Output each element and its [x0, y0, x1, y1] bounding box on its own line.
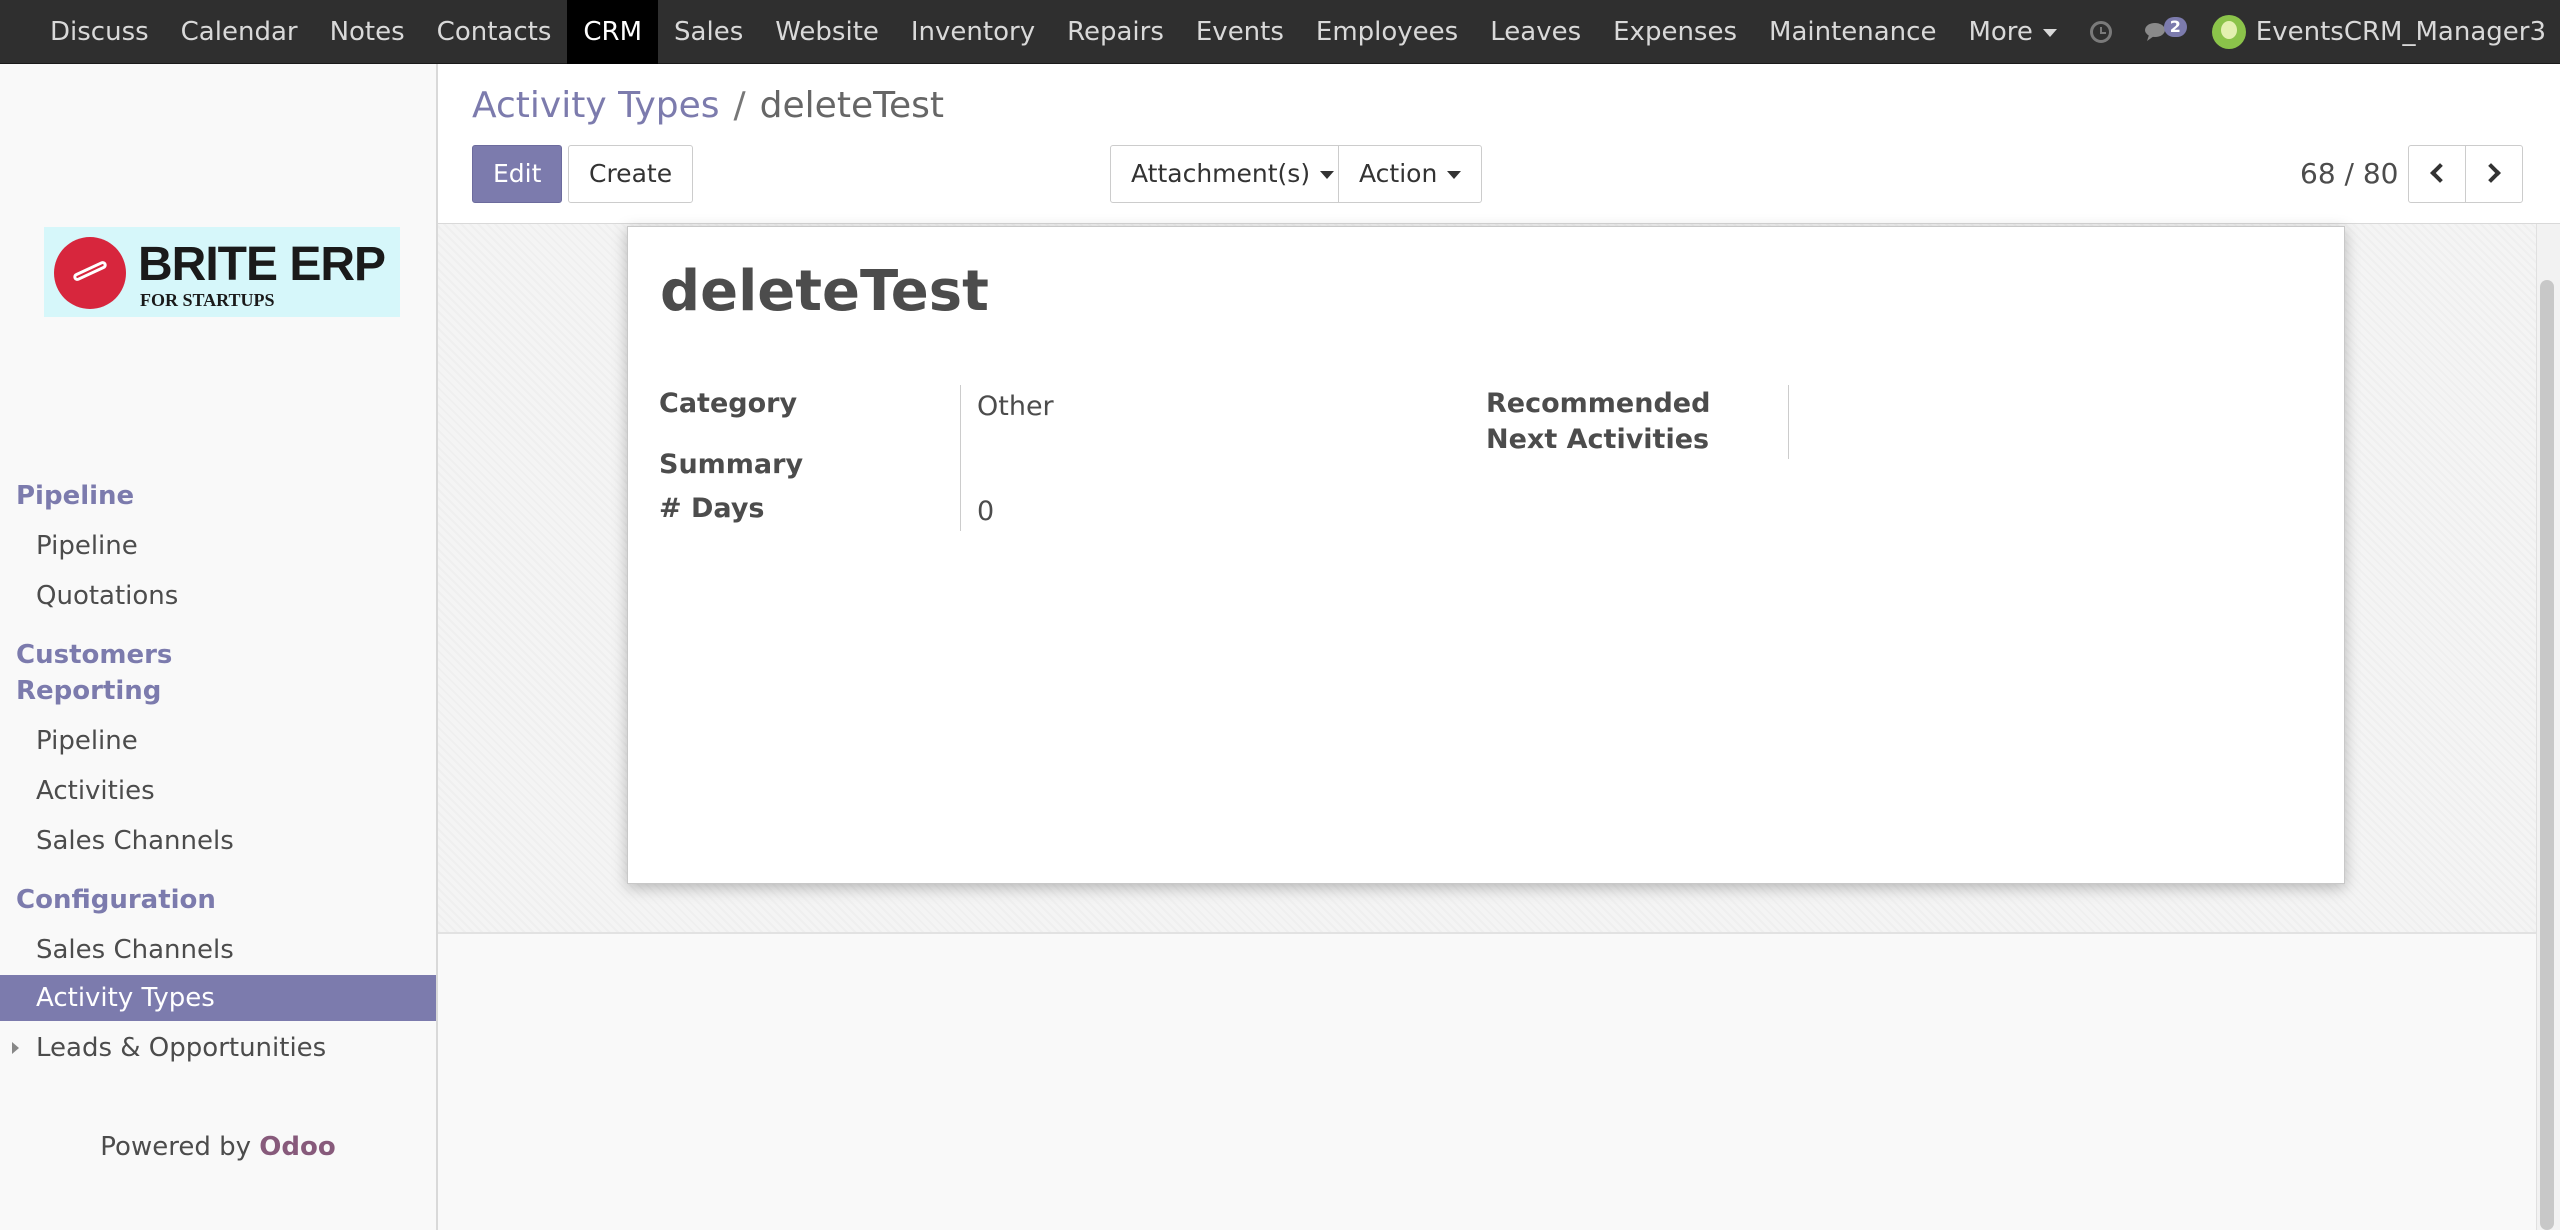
logo-title: BRITE ERP	[138, 238, 386, 291]
menu-events[interactable]: Events	[1180, 0, 1300, 64]
chevron-left-icon	[2430, 163, 2450, 183]
systray: 2 EventsCRM_Manager3	[2089, 0, 2560, 64]
menu-maintenance[interactable]: Maintenance	[1753, 0, 1952, 64]
form-sheet: deleteTest Category Other Summary # Days…	[627, 226, 2345, 884]
app-menu: Discuss Calendar Notes Contacts CRM Sale…	[34, 0, 2073, 64]
logo-subtitle: FOR STARTUPS	[140, 290, 275, 310]
sidebar-item-quotations[interactable]: Quotations	[0, 573, 436, 619]
edit-button[interactable]: Edit	[472, 145, 563, 203]
menu-inventory[interactable]: Inventory	[895, 0, 1051, 64]
pager-next-button[interactable]	[2465, 145, 2523, 203]
attachments-dropdown[interactable]: Attachment(s)	[1110, 145, 1356, 203]
menu-website[interactable]: Website	[759, 0, 895, 64]
sidebar-item-report-pipeline[interactable]: Pipeline	[0, 718, 436, 764]
days-label: # Days	[659, 493, 765, 524]
expand-triangle-icon	[12, 1042, 19, 1054]
category-value: Other	[977, 391, 1054, 422]
caret-down-icon	[1320, 171, 1335, 179]
pager-value[interactable]: 68 / 80	[2300, 157, 2399, 190]
menu-crm[interactable]: CRM	[567, 0, 659, 64]
field-divider	[1788, 385, 1789, 459]
summary-label: Summary	[659, 449, 804, 480]
days-value: 0	[977, 496, 995, 527]
user-avatar[interactable]	[2211, 15, 2246, 49]
menu-leaves[interactable]: Leaves	[1474, 0, 1597, 64]
content-below-area	[438, 934, 2536, 1230]
menu-more[interactable]: More	[1952, 0, 2072, 64]
sidebar-item-report-sales-channels[interactable]: Sales Channels	[0, 818, 436, 864]
menu-repairs[interactable]: Repairs	[1051, 0, 1180, 64]
menu-sales[interactable]: Sales	[658, 0, 759, 64]
menu-calendar[interactable]: Calendar	[165, 0, 314, 64]
sidebar-item-activities[interactable]: Activities	[0, 768, 436, 814]
field-divider	[960, 385, 961, 531]
breadcrumb: Activity Types / deleteTest	[472, 84, 944, 128]
record-name: deleteTest	[660, 259, 989, 324]
control-panel: Activity Types / deleteTest Edit Create At…	[438, 64, 2560, 224]
company-logo[interactable]: BRITE ERP FOR STARTUPS	[44, 227, 400, 317]
section-pipeline: Pipeline	[16, 481, 135, 511]
odoo-link[interactable]: Odoo	[259, 1132, 335, 1162]
menu-expenses[interactable]: Expenses	[1597, 0, 1753, 64]
user-name[interactable]: EventsCRM_Manager3	[2256, 17, 2546, 47]
sidebar-item-leads-opportunities[interactable]: Leads & Opportunities	[0, 1025, 436, 1071]
sidebar-item-activity-types[interactable]: Activity Types	[0, 975, 436, 1021]
powered-by-text: Powered by	[100, 1132, 251, 1162]
sidebar-item-label: Leads & Opportunities	[36, 1033, 327, 1063]
action-dropdown[interactable]: Action	[1338, 145, 1483, 203]
caret-down-icon	[2042, 28, 2057, 37]
recommended-next-activities-label: Recommended Next Activities	[1486, 388, 1711, 455]
menu-notes[interactable]: Notes	[314, 0, 421, 64]
section-configuration: Configuration	[16, 885, 216, 915]
chat-count-badge: 2	[2163, 17, 2187, 37]
sidebar-item-pipeline[interactable]: Pipeline	[0, 523, 436, 569]
chevron-right-icon	[2481, 163, 2501, 183]
logo-mark-icon	[54, 237, 126, 309]
attachments-label: Attachment(s)	[1131, 159, 1311, 188]
section-customers-reporting: Customers Reporting	[16, 640, 173, 706]
menu-contacts[interactable]: Contacts	[421, 0, 568, 64]
action-label: Action	[1359, 159, 1438, 188]
menu-discuss[interactable]: Discuss	[34, 0, 165, 64]
breadcrumb-activity-types[interactable]: Activity Types	[472, 85, 720, 126]
menu-more-label: More	[1968, 17, 2033, 47]
caret-down-icon	[1447, 171, 1462, 179]
sidebar-item-config-sales-channels[interactable]: Sales Channels	[0, 927, 436, 973]
scrollbar-thumb[interactable]	[2540, 280, 2554, 1230]
menu-employees[interactable]: Employees	[1300, 0, 1474, 64]
powered-by: Powered by Odoo	[0, 1132, 436, 1162]
breadcrumb-separator: /	[733, 85, 746, 126]
activity-clock-icon[interactable]	[2089, 21, 2112, 43]
sidebar: BRITE ERP FOR STARTUPS Pipeline Pipeline…	[0, 64, 438, 1230]
breadcrumb-current: deleteTest	[759, 85, 944, 126]
pager-previous-button[interactable]	[2408, 145, 2466, 203]
create-button[interactable]: Create	[568, 145, 694, 203]
category-label: Category	[659, 388, 798, 419]
messaging-menu[interactable]: 2	[2144, 17, 2187, 47]
top-navbar: Discuss Calendar Notes Contacts CRM Sale…	[0, 0, 2560, 64]
